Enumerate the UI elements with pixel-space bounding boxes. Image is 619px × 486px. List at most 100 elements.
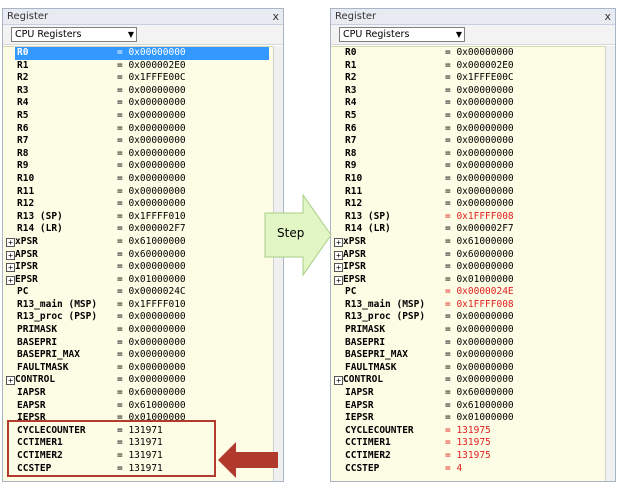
- register-value: = 0x000002F7: [445, 223, 514, 235]
- register-row[interactable]: R5 = 0x00000000: [331, 110, 605, 123]
- register-row[interactable]: R12 = 0x00000000: [3, 198, 273, 211]
- expand-icon[interactable]: +: [334, 275, 343, 285]
- register-row[interactable]: + CONTROL = 0x00000000: [3, 374, 273, 387]
- register-row[interactable]: R14 (LR) = 0x000002F7: [331, 223, 605, 236]
- register-name: R6: [345, 122, 357, 134]
- register-row[interactable]: FAULTMASK = 0x00000000: [3, 362, 273, 375]
- register-row[interactable]: IEPSR = 0x01000000: [331, 412, 605, 425]
- register-value: = 0x00000000: [445, 361, 514, 373]
- register-row[interactable]: R13 (SP) = 0x1FFFF010: [3, 211, 273, 224]
- close-icon[interactable]: x: [604, 9, 611, 24]
- register-row[interactable]: R11 = 0x00000000: [3, 186, 273, 199]
- register-row[interactable]: BASEPRI_MAX = 0x00000000: [331, 349, 605, 362]
- register-row[interactable]: + IPSR = 0x00000000: [3, 261, 273, 274]
- expand-icon[interactable]: +: [334, 376, 343, 386]
- register-row[interactable]: R13 (SP) = 0x1FFFF008: [331, 211, 605, 224]
- register-row[interactable]: R10 = 0x00000000: [3, 173, 273, 186]
- register-row[interactable]: BASEPRI = 0x00000000: [331, 337, 605, 350]
- register-row[interactable]: CCTIMER2 = 131975: [331, 450, 605, 463]
- register-group-dropdown[interactable]: CPU Registers ▼: [339, 27, 465, 42]
- dropdown-arrow-icon[interactable]: ▼: [456, 28, 462, 41]
- register-row[interactable]: R13_main (MSP) = 0x1FFFF010: [3, 299, 273, 312]
- register-row[interactable]: R10 = 0x00000000: [331, 173, 605, 186]
- register-row[interactable]: + xPSR = 0x61000000: [3, 236, 273, 249]
- register-row[interactable]: CCSTEP = 4: [331, 463, 605, 476]
- close-icon[interactable]: x: [272, 9, 279, 24]
- register-row[interactable]: CCTIMER1 = 131975: [331, 437, 605, 450]
- register-name: IAPSR: [345, 387, 374, 399]
- register-row[interactable]: R0 = 0x00000000: [3, 47, 273, 60]
- register-group-dropdown[interactable]: CPU Registers ▼: [11, 27, 137, 42]
- register-row[interactable]: R3 = 0x00000000: [3, 85, 273, 98]
- register-name: PRIMASK: [17, 324, 58, 336]
- register-row[interactable]: R5 = 0x00000000: [3, 110, 273, 123]
- register-row[interactable]: CYCLECOUNTER = 131975: [331, 425, 605, 438]
- register-row[interactable]: R4 = 0x00000000: [3, 97, 273, 110]
- register-row[interactable]: + CONTROL = 0x00000000: [331, 374, 605, 387]
- register-row[interactable]: + EPSR = 0x01000000: [331, 274, 605, 287]
- register-row[interactable]: R0 = 0x00000000: [331, 47, 605, 60]
- register-row[interactable]: R8 = 0x00000000: [3, 148, 273, 161]
- register-row[interactable]: PC = 0x0000024E: [331, 286, 605, 299]
- register-row[interactable]: EAPSR = 0x61000000: [3, 400, 273, 413]
- register-row[interactable]: R12 = 0x00000000: [331, 198, 605, 211]
- register-row[interactable]: R9 = 0x00000000: [331, 160, 605, 173]
- register-row[interactable]: + APSR = 0x60000000: [331, 249, 605, 262]
- register-row[interactable]: BASEPRI = 0x00000000: [3, 337, 273, 350]
- expand-icon[interactable]: +: [6, 376, 15, 386]
- register-row[interactable]: R1 = 0x000002E0: [3, 60, 273, 73]
- register-row[interactable]: + xPSR = 0x61000000: [331, 236, 605, 249]
- expand-icon[interactable]: +: [6, 275, 15, 285]
- expand-icon[interactable]: +: [334, 237, 343, 247]
- register-row[interactable]: R8 = 0x00000000: [331, 148, 605, 161]
- expand-icon[interactable]: +: [6, 250, 15, 260]
- register-name: R13_main (MSP): [345, 298, 426, 310]
- register-row[interactable]: BASEPRI_MAX = 0x00000000: [3, 349, 273, 362]
- register-row[interactable]: R2 = 0x1FFFE00C: [331, 72, 605, 85]
- register-value: = 0x00000000: [117, 135, 186, 147]
- register-row[interactable]: R4 = 0x00000000: [331, 97, 605, 110]
- register-name: BASEPRI: [345, 336, 386, 348]
- register-value: = 0x00000000: [117, 160, 186, 172]
- register-row[interactable]: R7 = 0x00000000: [331, 135, 605, 148]
- register-row[interactable]: R13_proc (PSP) = 0x00000000: [3, 311, 273, 324]
- register-row[interactable]: R2 = 0x1FFFE00C: [3, 72, 273, 85]
- register-row[interactable]: IAPSR = 0x60000000: [331, 387, 605, 400]
- register-name: xPSR: [15, 235, 38, 247]
- expand-icon[interactable]: +: [6, 263, 15, 273]
- register-row[interactable]: R13_main (MSP) = 0x1FFFF008: [331, 299, 605, 312]
- expand-icon[interactable]: +: [334, 250, 343, 260]
- register-row[interactable]: R1 = 0x000002E0: [331, 60, 605, 73]
- register-name: CCSTEP: [345, 462, 380, 474]
- register-value: = 0x0000024C: [117, 286, 186, 298]
- register-row[interactable]: + EPSR = 0x01000000: [3, 274, 273, 287]
- register-value: = 0x60000000: [117, 248, 186, 260]
- register-row[interactable]: R9 = 0x00000000: [3, 160, 273, 173]
- register-value: = 0x61000000: [445, 235, 514, 247]
- register-row[interactable]: EAPSR = 0x61000000: [331, 400, 605, 413]
- register-row[interactable]: IAPSR = 0x60000000: [3, 387, 273, 400]
- register-row[interactable]: + IPSR = 0x00000000: [331, 261, 605, 274]
- register-name: R12: [17, 198, 35, 210]
- register-name: CONTROL: [343, 374, 384, 386]
- expand-icon[interactable]: +: [6, 237, 15, 247]
- register-row[interactable]: PC = 0x0000024C: [3, 286, 273, 299]
- register-row[interactable]: R6 = 0x00000000: [3, 123, 273, 136]
- register-value: = 0x00000000: [117, 172, 186, 184]
- vertical-scrollbar[interactable]: [605, 46, 615, 481]
- register-row[interactable]: R6 = 0x00000000: [331, 123, 605, 136]
- register-name: R8: [17, 147, 29, 159]
- register-value: = 0x00000000: [445, 261, 514, 273]
- register-row[interactable]: + APSR = 0x60000000: [3, 249, 273, 262]
- register-row[interactable]: FAULTMASK = 0x00000000: [331, 362, 605, 375]
- register-row[interactable]: R7 = 0x00000000: [3, 135, 273, 148]
- register-row[interactable]: R13_proc (PSP) = 0x00000000: [331, 311, 605, 324]
- register-row[interactable]: PRIMASK = 0x00000000: [3, 324, 273, 337]
- register-row[interactable]: PRIMASK = 0x00000000: [331, 324, 605, 337]
- register-row[interactable]: R14 (LR) = 0x000002F7: [3, 223, 273, 236]
- expand-icon[interactable]: +: [334, 263, 343, 273]
- register-row[interactable]: R3 = 0x00000000: [331, 85, 605, 98]
- dropdown-arrow-icon[interactable]: ▼: [128, 28, 134, 41]
- left-pointing-arrow-icon: [218, 442, 278, 478]
- register-row[interactable]: R11 = 0x00000000: [331, 186, 605, 199]
